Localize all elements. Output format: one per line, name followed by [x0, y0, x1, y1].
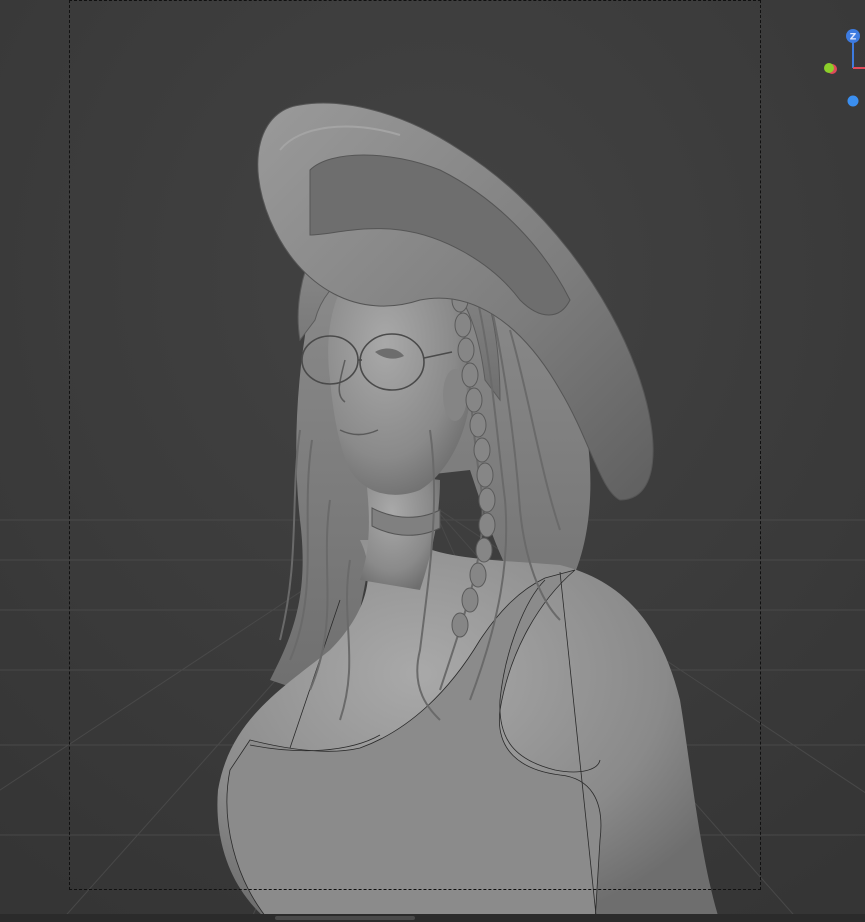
navigation-gizmo[interactable]: Z [805, 20, 865, 120]
z-axis-label: Z [850, 33, 857, 43]
resize-grip[interactable] [275, 916, 415, 920]
viewport-bottom-bar [0, 914, 865, 922]
3d-viewport[interactable]: Z [0, 0, 865, 922]
y-axis-handle[interactable] [824, 63, 834, 73]
viewport-scene[interactable] [0, 0, 865, 922]
view-axis-handle[interactable] [847, 95, 859, 107]
